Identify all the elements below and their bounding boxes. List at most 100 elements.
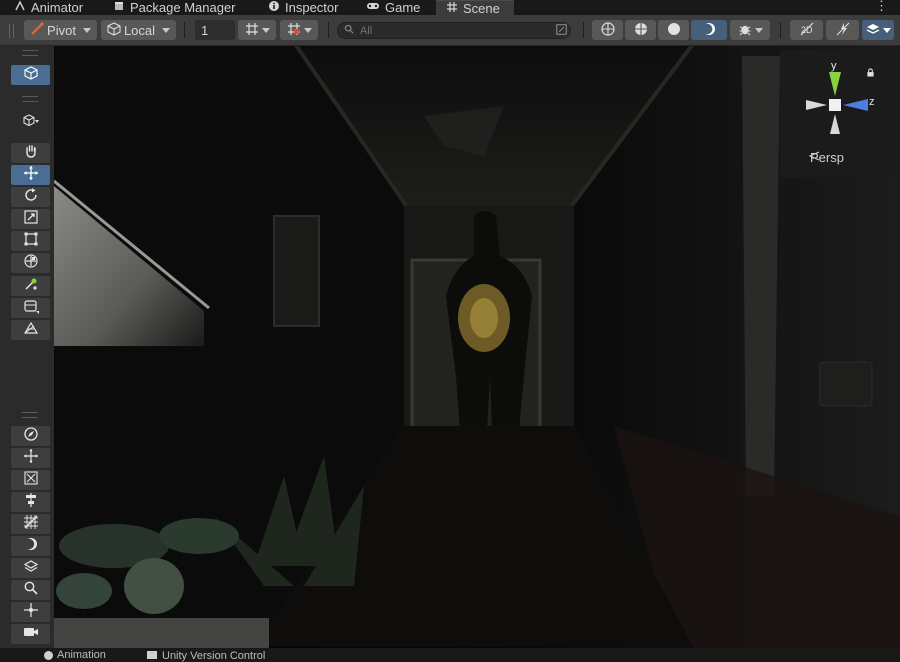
tab-animator[interactable]: Animator	[14, 0, 83, 15]
rendered-mode-button[interactable]	[691, 20, 727, 40]
tool-context-dropdown[interactable]	[11, 113, 50, 133]
effects-dropdown[interactable]	[862, 20, 894, 40]
zoom-icon	[23, 580, 39, 601]
draw-mode-button[interactable]	[592, 20, 623, 40]
grid-size-field[interactable]: 1	[195, 20, 235, 40]
search-field[interactable]	[337, 22, 571, 39]
focus-icon	[23, 602, 39, 623]
tool-lighting[interactable]	[11, 536, 50, 556]
layer-icon	[23, 558, 39, 579]
tool-align[interactable]	[11, 492, 50, 512]
tool-lod[interactable]	[11, 320, 50, 340]
tool-layer[interactable]	[11, 558, 50, 578]
debug-draw-dropdown[interactable]	[730, 20, 770, 40]
tool-move[interactable]	[11, 165, 50, 185]
probe-volume-icon	[23, 298, 39, 319]
scene-viewport[interactable]	[54, 46, 900, 648]
overlay-grip[interactable]	[22, 50, 38, 56]
chevron-down-icon	[162, 27, 171, 33]
leaf	[124, 558, 184, 614]
hand-icon	[23, 143, 39, 164]
tool-focus[interactable]	[11, 602, 50, 622]
tab-inspector[interactable]: Inspector	[268, 0, 338, 15]
gizmo-center-cube[interactable]	[829, 99, 841, 111]
search-input[interactable]	[360, 24, 540, 37]
tab-version-control-label: Unity Version Control	[162, 650, 266, 662]
search-options-button[interactable]	[553, 23, 569, 38]
toggle-2d-button[interactable]: 2D	[790, 20, 823, 40]
tab-game-label: Game	[385, 0, 421, 15]
tool-scale[interactable]	[11, 209, 50, 229]
bottom-tab-bar: Animation Unity Version Control	[0, 648, 900, 662]
local-cube-icon	[107, 21, 121, 39]
lod-icon	[23, 320, 39, 341]
light-off-icon	[836, 22, 850, 39]
grid-snap-icon	[23, 514, 39, 535]
toolbar-separator	[583, 22, 584, 38]
compass-icon	[23, 426, 39, 447]
orientation-gizmo[interactable]: y z Persp	[780, 50, 895, 177]
toolbar-grip[interactable]	[9, 24, 14, 38]
tool-probe-volume[interactable]	[11, 298, 50, 318]
grid-visibility-dropdown[interactable]	[238, 20, 276, 40]
overlay-grip[interactable]	[22, 412, 38, 418]
tool-rect[interactable]	[11, 231, 50, 251]
neg-y-axis-cone[interactable]	[830, 114, 840, 134]
tab-inspector-label: Inspector	[285, 0, 339, 15]
space-label: Local	[123, 22, 156, 38]
tab-package-manager[interactable]: Package Manager	[113, 0, 236, 15]
toggle-lighting-button[interactable]	[826, 20, 859, 40]
tool-grid-snap[interactable]	[11, 514, 50, 534]
tool-zoom[interactable]	[11, 580, 50, 600]
chevron-down-icon	[754, 27, 763, 33]
lighting-icon	[23, 536, 39, 557]
projection-toggle[interactable]: Persp	[808, 150, 844, 165]
move-icon	[23, 165, 39, 186]
gamepad-icon	[366, 0, 380, 15]
pivot-dropdown[interactable]: Pivot	[24, 20, 97, 40]
z-axis-cone[interactable]	[843, 99, 868, 111]
grid-snapping-dropdown[interactable]	[280, 20, 318, 40]
tab-animator-label: Animator	[31, 0, 84, 15]
tab-animation[interactable]: Animation	[44, 650, 106, 661]
space-dropdown[interactable]: Local	[101, 20, 176, 40]
shaded-wireframe-button[interactable]	[625, 20, 656, 40]
tool-orientation[interactable]	[11, 426, 50, 446]
package-icon	[113, 0, 125, 15]
globe-wire-icon	[600, 21, 615, 39]
tool-view-hand[interactable]	[11, 143, 50, 163]
rotate-icon	[23, 187, 39, 208]
tool-move-arrows[interactable]	[11, 448, 50, 468]
tool-object-mode[interactable]	[11, 65, 50, 85]
tool-camera[interactable]	[11, 624, 50, 644]
axis-y-label: y	[831, 60, 837, 72]
tools-overlay	[0, 46, 54, 648]
info-icon	[268, 0, 280, 15]
camera-icon	[23, 624, 39, 645]
tool-snap[interactable]	[11, 470, 50, 490]
grid-icon	[245, 22, 259, 39]
tab-scene[interactable]: Scene	[436, 0, 514, 16]
shaded-button[interactable]	[658, 20, 689, 40]
axis-z-label: z	[869, 96, 875, 108]
toolbar-separator	[184, 22, 185, 38]
chevron-down-icon	[303, 27, 312, 33]
overlay-grip[interactable]	[22, 96, 38, 102]
tab-version-control[interactable]: Unity Version Control	[146, 650, 265, 662]
y-axis-cone[interactable]	[829, 72, 841, 96]
neg-x-axis-cone[interactable]	[806, 100, 827, 110]
tool-transform[interactable]	[11, 253, 50, 273]
shaded-wire-icon	[634, 22, 648, 39]
pillar-highlight	[742, 56, 780, 496]
tab-game[interactable]: Game	[366, 0, 420, 15]
pivot-icon	[30, 21, 44, 39]
toolbar-separator	[328, 22, 329, 38]
custom-editor-icon	[23, 276, 39, 297]
leaf	[56, 573, 112, 609]
tool-rotate[interactable]	[11, 187, 50, 207]
wall-painting	[273, 215, 320, 327]
chevron-down-icon	[82, 27, 91, 33]
editor-tab-bar: Animator Package Manager Inspector Game …	[0, 0, 900, 16]
more-options-icon[interactable]: ⋮	[875, 0, 888, 12]
tool-custom-editor[interactable]	[11, 276, 50, 296]
